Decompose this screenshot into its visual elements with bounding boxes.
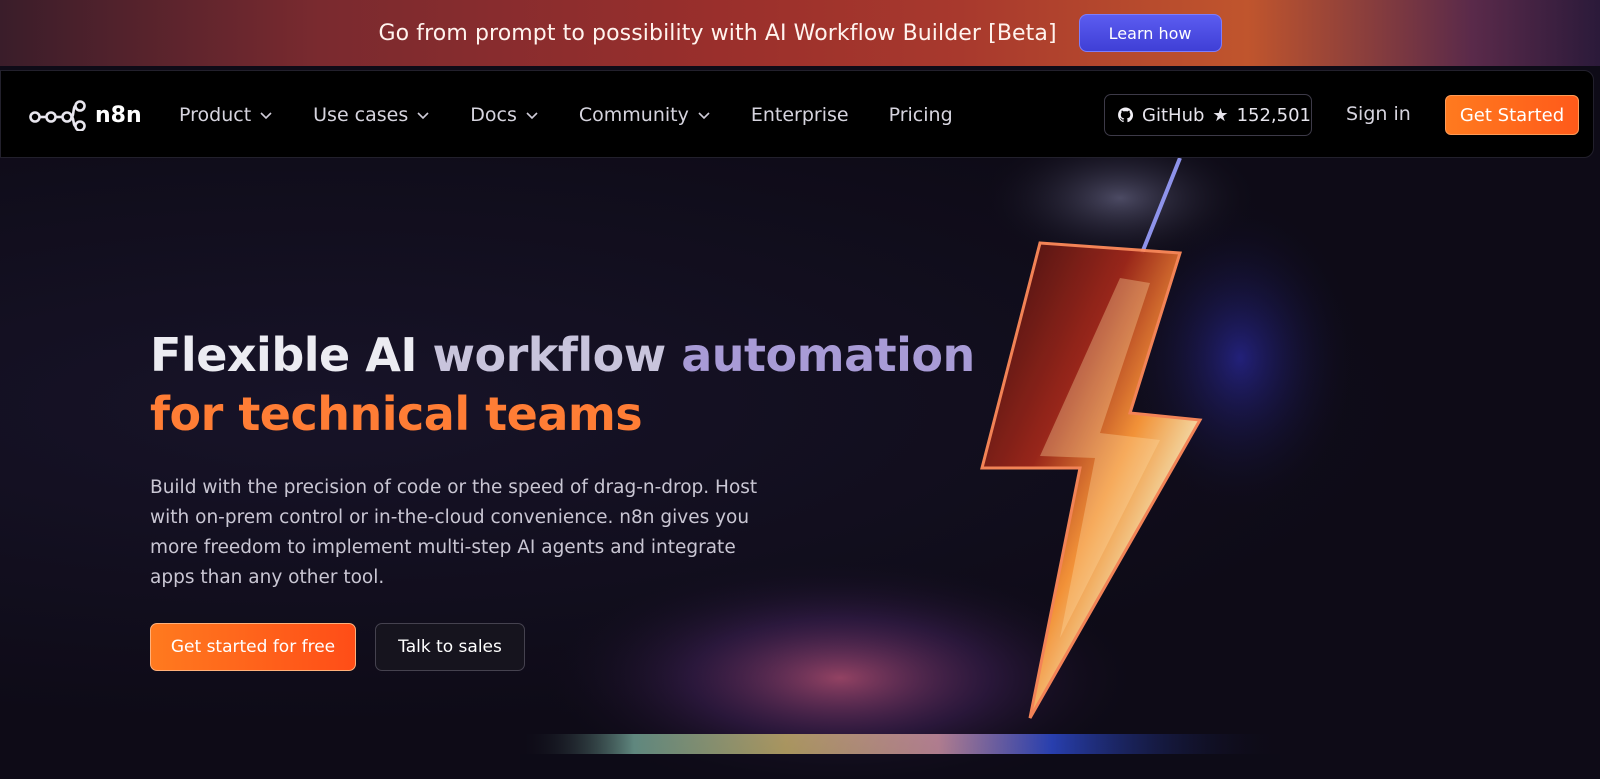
lightning-bolt-illustration xyxy=(520,158,1360,779)
nav-item-label: Use cases xyxy=(313,104,409,126)
headline-part-2: workflow xyxy=(432,328,666,382)
github-stars-button[interactable]: GitHub ★ 152,501 xyxy=(1104,94,1312,136)
nav-item-use-cases[interactable]: Use cases xyxy=(313,104,430,126)
get-started-free-button[interactable]: Get started for free xyxy=(150,623,356,671)
nav-item-label: Enterprise xyxy=(750,104,849,126)
nav-menu: Product Use cases Docs Community Enterpr… xyxy=(179,71,993,159)
headline-part-1: Flexible AI xyxy=(150,328,417,382)
nav-item-enterprise[interactable]: Enterprise xyxy=(751,104,849,126)
announcement-banner: Go from prompt to possibility with AI Wo… xyxy=(0,0,1600,66)
github-star-count: 152,501 xyxy=(1236,104,1311,126)
nav-item-label: Community xyxy=(578,104,689,126)
learn-how-button[interactable]: Learn how xyxy=(1078,14,1222,52)
headline-line-2: for technical teams xyxy=(150,387,643,441)
chevron-down-icon xyxy=(260,112,272,120)
nav-item-docs[interactable]: Docs xyxy=(470,104,539,126)
nav-item-label: Docs xyxy=(470,104,517,126)
logo-text: n8n xyxy=(95,102,142,128)
nav-item-product[interactable]: Product xyxy=(179,104,273,126)
hero-headline: Flexible AI workflow automation for tech… xyxy=(150,326,975,444)
star-icon: ★ xyxy=(1212,104,1229,126)
n8n-logo-icon xyxy=(29,100,86,131)
talk-to-sales-button[interactable]: Talk to sales xyxy=(375,623,525,671)
chevron-down-icon xyxy=(417,112,429,120)
chevron-down-icon xyxy=(526,112,538,120)
nav-item-label: Pricing xyxy=(888,104,953,126)
nav-item-label: Product xyxy=(179,104,252,126)
github-label: GitHub xyxy=(1142,104,1205,126)
n8n-logo[interactable]: n8n xyxy=(29,99,142,131)
hero-description: Build with the precision of code or the … xyxy=(150,477,758,588)
nav-item-community[interactable]: Community xyxy=(579,104,711,126)
get-started-button[interactable]: Get Started xyxy=(1445,95,1579,135)
github-icon xyxy=(1118,107,1134,123)
chevron-down-icon xyxy=(698,112,710,120)
banner-text: Go from prompt to possibility with AI Wo… xyxy=(378,20,1057,46)
nav-item-pricing[interactable]: Pricing xyxy=(889,104,953,126)
headline-part-3: automation xyxy=(681,328,975,382)
sign-in-link[interactable]: Sign in xyxy=(1346,103,1411,125)
top-navigation: n8n Product Use cases Docs Community Ent… xyxy=(0,70,1594,158)
